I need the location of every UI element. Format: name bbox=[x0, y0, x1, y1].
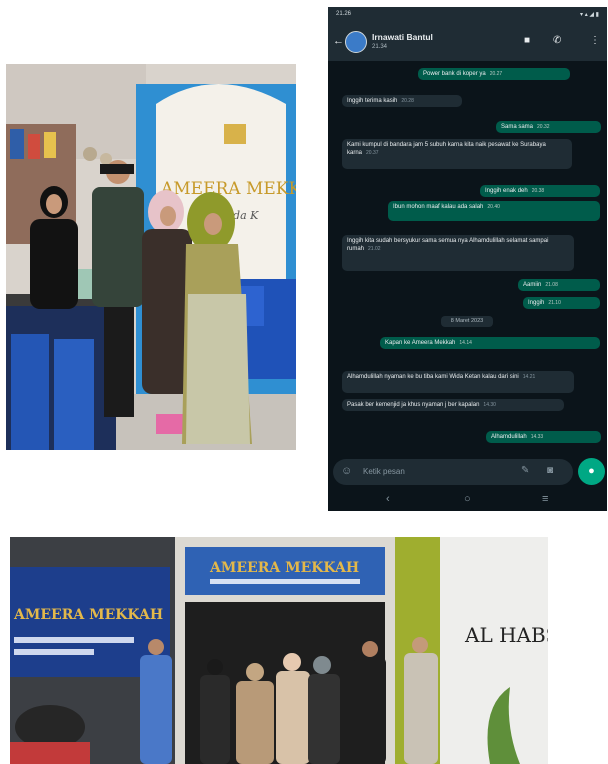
message-input-placeholder[interactable]: Ketik pesan bbox=[363, 467, 405, 476]
message-bubble-out[interactable]: Aamiin 21.08 bbox=[518, 279, 600, 291]
message-time: 20.32 bbox=[537, 124, 550, 130]
message-text: Inggih enak deh bbox=[485, 188, 528, 194]
voice-call-icon[interactable]: ✆ bbox=[553, 35, 561, 46]
video-call-icon[interactable]: ■ bbox=[524, 35, 530, 46]
message-time: 20.28 bbox=[401, 98, 414, 104]
status-icons: ▾ ▴ ◢ ▮ bbox=[580, 12, 599, 18]
message-time: 14.30 bbox=[483, 402, 496, 408]
message-bubble-in[interactable]: Pasak ber kemenjid ja khus nyaman j ber … bbox=[342, 399, 564, 411]
wall-text: AL HABSYI bbox=[464, 623, 548, 647]
message-list: Power bank di koper ya 20.27 Inggih terim… bbox=[328, 61, 607, 459]
message-time: 14.21 bbox=[522, 374, 536, 380]
message-time: 20.27 bbox=[489, 71, 503, 77]
message-time: 14.33 bbox=[530, 434, 544, 440]
message-time: 20.37 bbox=[366, 150, 379, 156]
message-time: 14.14 bbox=[459, 340, 472, 346]
message-text: Power bank di koper ya bbox=[423, 71, 486, 77]
more-options-icon[interactable]: ⋮ bbox=[590, 35, 600, 46]
attach-icon[interactable]: ✎ bbox=[521, 465, 529, 476]
message-text: Ibun mohon maaf kalau ada salah bbox=[393, 204, 484, 210]
message-text: Kapan ke Ameera Mekkah bbox=[385, 340, 456, 346]
emoji-icon[interactable]: ☺ bbox=[341, 465, 352, 477]
office-photo: AMEERA MEKKAH Anda K bbox=[6, 64, 296, 450]
message-bubble-out[interactable]: Sama sama 20.32 bbox=[496, 121, 601, 133]
office-photo-art: AMEERA MEKKAH Anda K bbox=[6, 64, 296, 450]
message-text: Sama sama bbox=[501, 124, 534, 130]
date-chip: 8 Maret 2023 bbox=[441, 316, 493, 327]
android-nav-bar: ‹ ○ ≡ bbox=[328, 489, 607, 511]
message-text: Inggih bbox=[528, 300, 545, 306]
message-text: Alhamdulillah bbox=[491, 434, 527, 440]
message-time: 21.02 bbox=[368, 246, 381, 252]
center-sign-text: AMEERA MEKKAH bbox=[209, 560, 359, 576]
storefront-photo: AL HABSYI AMEERA MEKKAH AMEERA MEKKAH bbox=[10, 537, 548, 764]
contact-last-seen: 21.34 bbox=[372, 44, 388, 50]
message-bubble-out[interactable]: Power bank di koper ya 20.27 bbox=[418, 68, 570, 80]
message-time: 20.40 bbox=[487, 204, 500, 210]
storefront-photo-art: AL HABSYI AMEERA MEKKAH AMEERA MEKKAH bbox=[10, 537, 548, 764]
message-composer[interactable]: ☺ Ketik pesan ✎ ◙ bbox=[333, 459, 573, 485]
back-arrow-icon[interactable]: ← bbox=[333, 35, 344, 47]
chat-screenshot: 21.26 ▾ ▴ ◢ ▮ ← Irnawati Bantul 21.34 ■ … bbox=[328, 7, 607, 511]
contact-avatar[interactable] bbox=[345, 31, 367, 53]
nav-home-icon[interactable]: ○ bbox=[464, 493, 471, 505]
message-bubble-out[interactable]: Ibun mohon maaf kalau ada salah 20.40 bbox=[388, 201, 600, 221]
message-bubble-in[interactable]: Inggih kita sudah bersyukur sama semua n… bbox=[342, 235, 574, 271]
nav-recents-icon[interactable]: ≡ bbox=[542, 493, 548, 505]
message-text: Alhamdulillah nyaman ke bu tiba kami Wid… bbox=[347, 374, 519, 380]
mic-button[interactable]: ● bbox=[578, 458, 605, 485]
message-bubble-out[interactable]: Inggih 21.10 bbox=[523, 297, 600, 309]
message-text: Inggih terima kasih bbox=[347, 98, 398, 104]
message-time: 20.38 bbox=[531, 188, 545, 194]
message-bubble-out[interactable]: Kapan ke Ameera Mekkah 14.14 bbox=[380, 337, 600, 349]
left-banner-text: AMEERA MEKKAH bbox=[13, 607, 163, 623]
message-bubble-out[interactable]: Alhamdulillah 14.33 bbox=[486, 431, 601, 443]
message-bubble-out[interactable]: Inggih enak deh 20.38 bbox=[480, 185, 600, 197]
message-bubble-in[interactable]: Kami kumpul di bandara jam 5 subuh karna… bbox=[342, 139, 572, 169]
status-time: 21.26 bbox=[336, 11, 352, 17]
message-bubble-in[interactable]: Alhamdulillah nyaman ke bu tiba kami Wid… bbox=[342, 371, 574, 393]
camera-icon[interactable]: ◙ bbox=[547, 465, 553, 476]
message-text: Pasak ber kemenjid ja khus nyaman j ber … bbox=[347, 402, 480, 408]
message-bubble-in[interactable]: Inggih terima kasih 20.28 bbox=[342, 95, 462, 107]
status-bar: 21.26 ▾ ▴ ◢ ▮ bbox=[328, 7, 607, 23]
message-time: 21.10 bbox=[548, 300, 561, 306]
message-time: 21.08 bbox=[545, 282, 558, 288]
nav-back-icon[interactable]: ‹ bbox=[386, 493, 390, 505]
office-sign-text: AMEERA MEKKAH bbox=[160, 179, 296, 199]
contact-name[interactable]: Irnawati Bantul bbox=[372, 32, 433, 42]
message-text: Aamiin bbox=[523, 282, 542, 288]
mic-icon: ● bbox=[588, 465, 595, 477]
chat-header: ← Irnawati Bantul 21.34 ■ ✆ ⋮ bbox=[328, 23, 607, 61]
